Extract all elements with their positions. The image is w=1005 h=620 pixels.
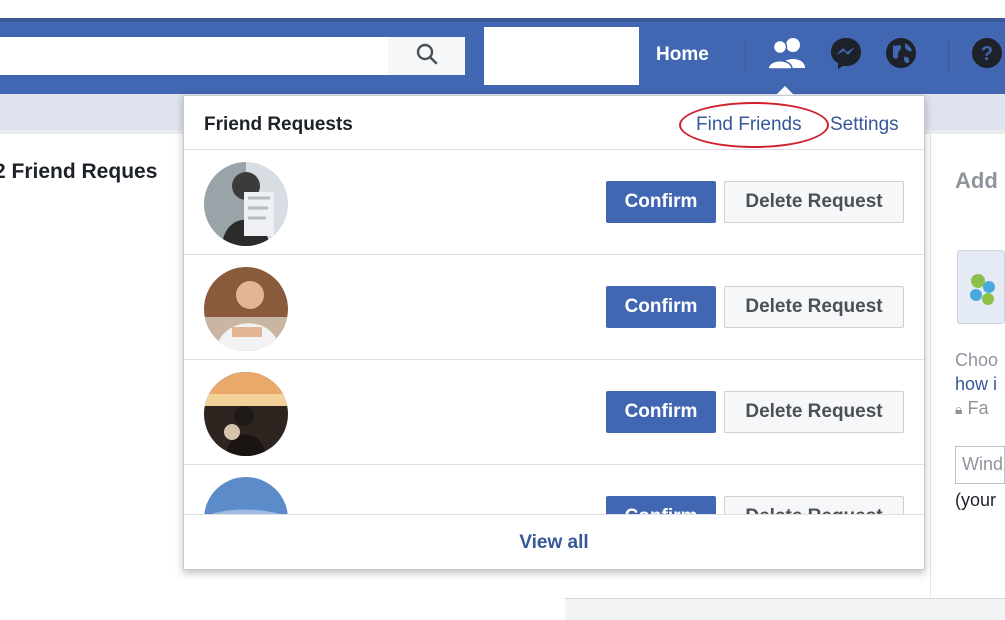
page: Home ? 2 Friend Reques Add Choo how i 🔒︎… [0, 0, 1005, 620]
globe-icon [883, 35, 919, 76]
sidebar-heading: Add [955, 168, 998, 193]
sidebar-note: (your [955, 490, 997, 510]
profile-link-area[interactable] [484, 27, 639, 85]
page-heading: 2 Friend Reques [0, 160, 158, 183]
dropdown-title: Friend Requests [204, 114, 353, 135]
search-input[interactable] [0, 37, 388, 75]
confirm-button[interactable]: Confirm [606, 286, 716, 328]
delete-request-button[interactable]: Delete Request [724, 181, 904, 223]
find-friends-link[interactable]: Find Friends [696, 114, 802, 136]
confirm-button[interactable]: Confirm [606, 391, 716, 433]
sidebar-link[interactable]: how i [955, 374, 997, 395]
top-bar-edge [0, 18, 1005, 22]
svg-text:?: ? [981, 43, 993, 65]
sidebar-privacy: 🔒︎ Fa [955, 398, 988, 419]
dropdown-header: Friend Requests Find Friends Settings [184, 96, 924, 150]
sidebar-text: Choo [955, 350, 999, 370]
messenger-button[interactable] [825, 34, 867, 76]
help-icon: ? [969, 35, 1005, 76]
friends-icon [767, 36, 807, 75]
friend-request-row: Confirm Delete Request [184, 360, 924, 465]
avatar[interactable] [204, 267, 288, 351]
dropdown-footer: View all [184, 514, 924, 569]
app-thumbnail[interactable] [957, 250, 1005, 324]
delete-request-button[interactable]: Delete Request [724, 391, 904, 433]
friend-requests-dropdown: Friend Requests Find Friends Settings Co… [183, 95, 925, 570]
delete-request-button[interactable]: Delete Request [724, 286, 904, 328]
messenger-icon [828, 35, 864, 76]
search-icon [416, 43, 438, 70]
sidebar-privacy-text: Fa [967, 398, 989, 418]
friend-request-row: Confirm Delete Request [184, 255, 924, 360]
confirm-button[interactable]: Confirm [606, 181, 716, 223]
avatar[interactable] [204, 372, 288, 456]
friend-request-row: Confirm Delete Request [184, 150, 924, 255]
settings-link[interactable]: Settings [830, 114, 899, 136]
help-button[interactable]: ? [966, 34, 1005, 76]
lock-icon: 🔒︎ [955, 401, 963, 417]
search-button[interactable] [388, 37, 465, 75]
sidebar-input[interactable]: Wind [955, 446, 1005, 484]
view-all-link[interactable]: View all [519, 532, 588, 554]
avatar[interactable] [204, 162, 288, 246]
notifications-button[interactable] [880, 34, 922, 76]
nav-divider [948, 40, 949, 72]
friend-requests-button[interactable] [766, 34, 808, 76]
home-link[interactable]: Home [656, 44, 709, 66]
chat-bar[interactable] [565, 598, 1005, 620]
nav-divider [745, 40, 746, 72]
